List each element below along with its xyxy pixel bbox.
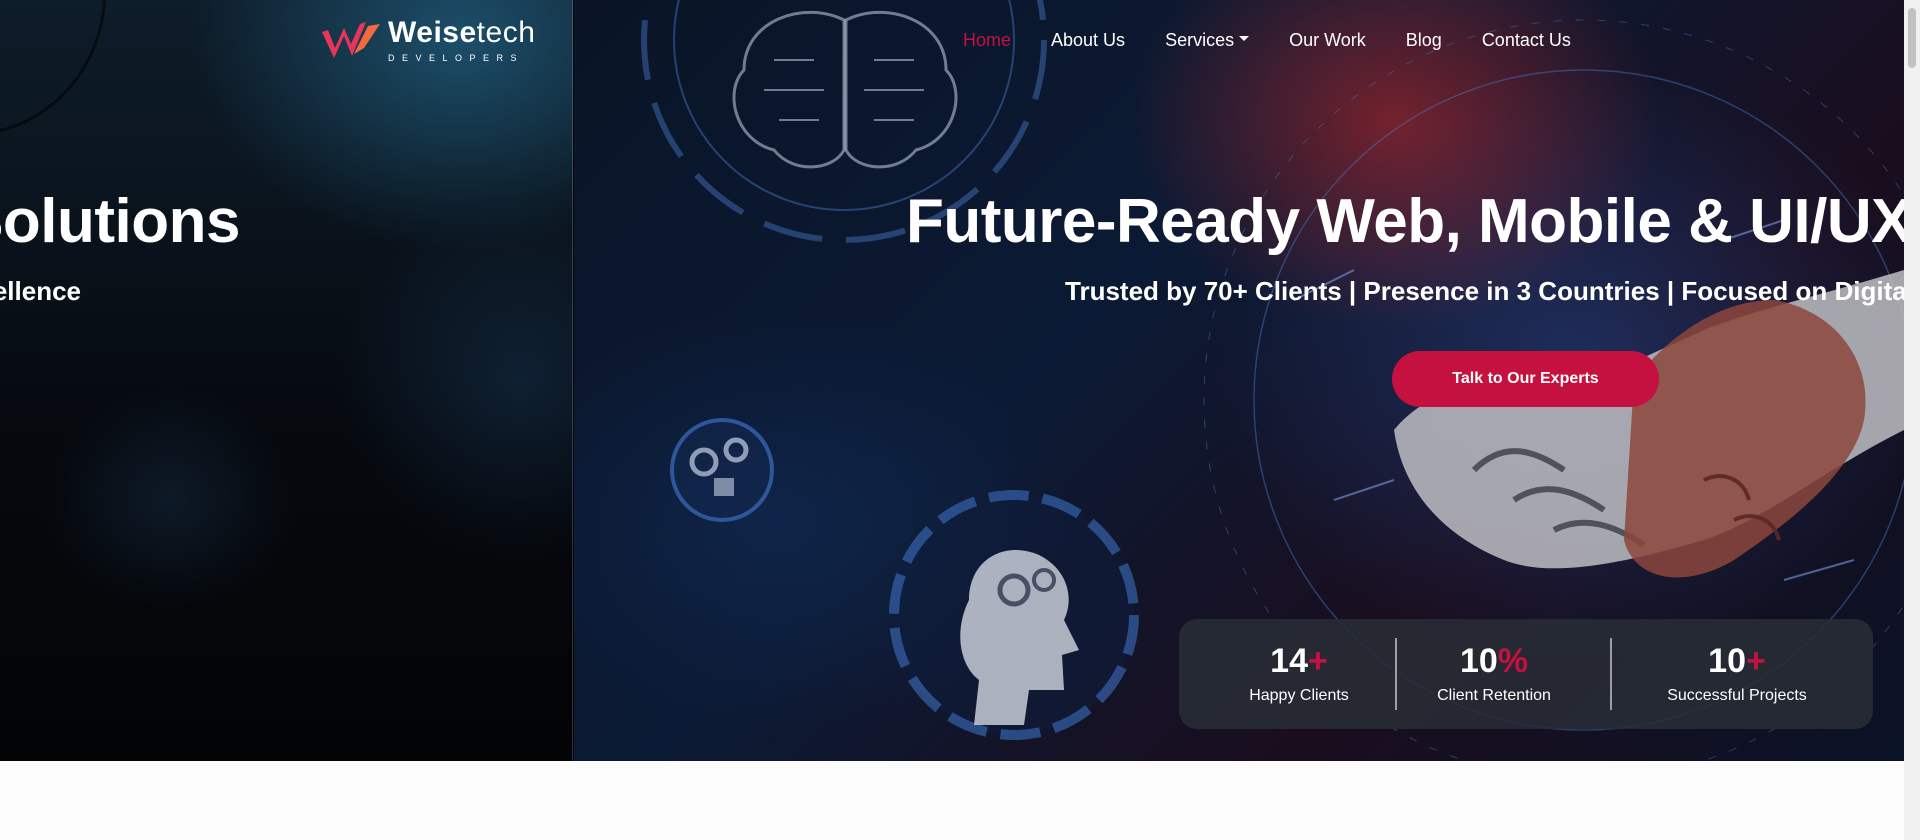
stat-value: 14+ — [1270, 642, 1328, 680]
decorative-arc — [0, 0, 106, 136]
brand-tagline: DEVELOPERS — [388, 52, 525, 63]
stat-value: 10% — [1459, 642, 1529, 680]
nav-blog[interactable]: Blog — [1406, 30, 1442, 51]
stat-client-retention: 10% Client Retention — [1414, 641, 1574, 705]
hero-subtitle: Trusted by 70+ Clients | Presence in 3 C… — [1065, 276, 1904, 306]
head-gears-icon — [889, 490, 1139, 740]
main-navigation: Home About Us Services Our Work Blog Con… — [963, 30, 1611, 51]
stat-label: Successful Projects — [1667, 687, 1807, 704]
stats-panel: 14+ Happy Clients 10% Client Retention 1… — [1179, 619, 1873, 729]
page-scrollbar[interactable] — [1904, 0, 1920, 840]
stat-value: 10+ — [1708, 642, 1766, 680]
brand-logo[interactable]: Weisetech DEVELOPERS — [320, 15, 536, 63]
nav-contact-us[interactable]: Contact Us — [1482, 30, 1571, 51]
stat-successful-projects: 10+ Successful Projects — [1647, 641, 1827, 705]
stat-label: Happy Clients — [1249, 687, 1349, 704]
stat-happy-clients: 14+ Happy Clients — [1219, 641, 1379, 705]
weisetech-logo-icon — [322, 22, 380, 58]
robot-handshake-image — [1394, 270, 1904, 578]
hero-slider: Solutions ellence — [0, 0, 1904, 761]
caret-down-icon — [1239, 35, 1250, 41]
hero-title: Future-Ready Web, Mobile & UI/UX S — [906, 187, 1904, 256]
brain-circuit-icon — [732, 10, 958, 169]
nav-services[interactable]: Services — [1165, 30, 1250, 51]
talk-to-experts-button[interactable]: Talk to Our Experts — [1392, 351, 1659, 407]
nav-about-us[interactable]: About Us — [1051, 30, 1125, 51]
previous-slide-subtitle: ellence — [0, 276, 81, 306]
gears-bulb-icon — [670, 418, 774, 522]
stat-divider — [1610, 638, 1612, 710]
nav-our-work[interactable]: Our Work — [1289, 30, 1366, 51]
scrollbar-thumb[interactable] — [1908, 8, 1916, 68]
previous-slide: Solutions ellence — [0, 0, 573, 761]
stat-label: Client Retention — [1437, 687, 1551, 704]
nav-home[interactable]: Home — [963, 30, 1011, 51]
stat-divider — [1395, 638, 1397, 710]
previous-slide-title: Solutions — [0, 187, 240, 256]
brand-name: Weisetech — [388, 15, 536, 49]
